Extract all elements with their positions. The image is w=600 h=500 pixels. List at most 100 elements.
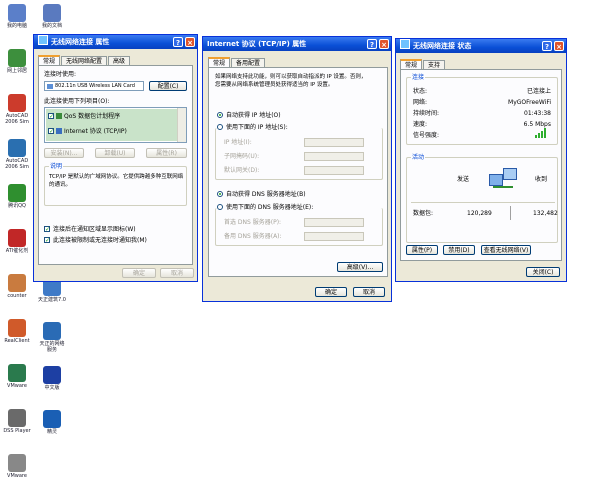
desktop-icon[interactable]: 腾讯QQ — [3, 184, 31, 209]
desktop-icon-label: 天正的网络服务 — [39, 341, 65, 353]
close-icon[interactable]: × — [185, 37, 195, 47]
auto-dns-radio[interactable] — [217, 191, 223, 197]
status-key: 持续时间: — [413, 110, 440, 117]
install-button[interactable]: 安装(N)... — [44, 148, 84, 158]
dns2-input[interactable] — [304, 232, 364, 241]
help-icon[interactable]: ? — [367, 39, 377, 49]
disable-button[interactable]: 禁用(D) — [443, 245, 475, 255]
description-group: 说明 TCP/IP 是默认的广域网协议。它提供跨越多种互联网络 的通讯。 — [44, 163, 187, 206]
auto-dns-label: 自动获得 DNS 服务器地址(B) — [226, 191, 306, 198]
sent-value: 120,289 — [467, 210, 492, 217]
tcpip-properties-window: Internet 协议 (TCP/IP) 属性 ? × 常规 备用配置 如果网络支… — [202, 36, 392, 302]
notify-label: 此连接被限制或无连接时通知我(M) — [53, 237, 147, 244]
app-icon — [8, 454, 26, 472]
general-panel: 连接时使用: 802.11n USB Wireless LAN Card 配置(… — [38, 65, 193, 265]
desktop-icon[interactable]: ATI催化剂 — [3, 229, 31, 254]
app-icon — [8, 409, 26, 427]
configure-button[interactable]: 配置(C) — [149, 81, 187, 91]
signal-strength-icon — [535, 128, 547, 138]
qos-checkbox[interactable]: ✓ — [48, 113, 54, 120]
items-list[interactable]: ✓ QoS 数据包计划程序 ✓ Internet 协议 (TCP/IP) — [44, 107, 187, 143]
desktop-icon[interactable]: 我的电脑 — [3, 4, 31, 29]
mask-input[interactable] — [304, 152, 364, 161]
desktop-icon[interactable]: 我的文档 — [38, 4, 66, 29]
titlebar[interactable]: 无线网络连接 状态 ? × — [396, 39, 566, 53]
app-icon — [8, 229, 26, 247]
desktop-icon-label: 中文版 — [44, 385, 60, 391]
desktop-icon[interactable]: counter — [3, 274, 31, 299]
activity-group-title: 活动 — [411, 154, 426, 161]
dns1-input[interactable] — [304, 218, 364, 227]
window-title: 无线网络连接 状态 — [413, 42, 472, 50]
app-icon — [8, 49, 26, 67]
status-value: 01:43:38 — [524, 110, 551, 117]
status-key: 速度: — [413, 121, 428, 128]
ip-input[interactable] — [304, 138, 364, 147]
ok-button[interactable]: 确定 — [122, 268, 156, 278]
received-label: 收到 — [535, 176, 548, 183]
gateway-input[interactable] — [304, 166, 364, 175]
adapter-field: 802.11n USB Wireless LAN Card — [44, 81, 144, 91]
desktop-icon[interactable]: AutoCAD 2006 Sim — [3, 139, 31, 170]
list-item[interactable]: QoS 数据包计划程序 — [64, 113, 120, 120]
window-title: Internet 协议 (TCP/IP) 属性 — [207, 40, 307, 48]
close-icon[interactable]: × — [379, 39, 389, 49]
network-activity-icon — [487, 166, 523, 196]
status-value: 已连接上 — [526, 88, 551, 95]
desktop-icon[interactable]: 精灵 — [38, 410, 66, 435]
status-key: 信号强度: — [413, 132, 440, 139]
desktop-icon[interactable]: RealClient — [3, 319, 31, 344]
show-icon-checkbox[interactable]: ✓ — [44, 226, 50, 233]
show-icon-label: 连接后在通知区域显示图标(W) — [53, 226, 136, 233]
tcpip-checkbox[interactable]: ✓ — [48, 128, 54, 135]
notify-checkbox[interactable]: ✓ — [44, 237, 50, 244]
packets-label: 数据包: — [413, 210, 434, 217]
auto-ip-radio[interactable] — [217, 112, 223, 118]
mask-label: 子网掩码(U): — [224, 153, 260, 160]
cancel-button[interactable]: 取消 — [160, 268, 194, 278]
properties-button[interactable]: 属性(R) — [146, 148, 187, 158]
app-icon — [8, 319, 26, 337]
list-scrollbar[interactable] — [177, 108, 186, 142]
info-text: 如果网络支持此功能，则可以获取自动指派的 IP 设置。否则， — [215, 74, 367, 80]
uninstall-button[interactable]: 卸载(U) — [95, 148, 135, 158]
help-icon[interactable]: ? — [542, 41, 552, 51]
desktop-icon-label: ATI催化剂 — [5, 248, 29, 254]
close-button[interactable]: 关闭(C) — [526, 267, 560, 277]
desktop-icon[interactable]: VMware — [3, 454, 31, 479]
info-text-2: 您需要从网络系统管理员处获得适当的 IP 设置。 — [215, 82, 334, 88]
dns1-label: 首选 DNS 服务器(P): — [224, 219, 282, 226]
divider — [411, 202, 555, 203]
desktop-icon-label: 天正建筑7.0 — [38, 297, 66, 303]
titlebar[interactable]: 无线网络连接 属性 ? × — [34, 35, 197, 49]
desktop-icon[interactable]: 中文版 — [38, 366, 66, 391]
properties-button[interactable]: 属性(P) — [406, 245, 438, 255]
adapter-name: 802.11n USB Wireless LAN Card — [55, 83, 135, 89]
ip-label: IP 地址(I): — [224, 139, 252, 146]
list-item[interactable]: Internet 协议 (TCP/IP) — [64, 128, 127, 135]
desktop-icon[interactable]: AutoCAD 2006 Sim — [3, 94, 31, 125]
desktop-icon[interactable]: 网上邻居 — [3, 49, 31, 74]
titlebar[interactable]: Internet 协议 (TCP/IP) 属性 ? × — [203, 37, 391, 51]
cancel-button[interactable]: 取消 — [353, 287, 385, 297]
general-panel: 连接 状态: 已连接上 网络: MyGOFreeWiFi 持续时间: 01:43:38 速度… — [400, 69, 562, 261]
app-icon — [8, 94, 26, 112]
desktop-icon[interactable]: 天正的网络服务 — [38, 322, 66, 353]
ok-button[interactable]: 确定 — [315, 287, 347, 297]
desktop-icon[interactable]: DSS Player — [3, 409, 31, 434]
divider — [510, 206, 511, 220]
status-key: 网络: — [413, 99, 428, 106]
desktop-icon[interactable]: VMware — [3, 364, 31, 389]
wireless-properties-window: 无线网络连接 属性 ? × 常规 无线网络配置 高级 连接时使用: 802.11n … — [33, 34, 198, 282]
received-value: 132,482 — [533, 210, 558, 217]
network-icon — [38, 35, 48, 45]
app-icon — [8, 274, 26, 292]
desktop-icon-label: 我的电脑 — [6, 23, 27, 29]
status-key: 状态: — [413, 88, 428, 95]
gateway-label: 默认网关(D): — [224, 167, 260, 174]
auto-ip-label: 自动获得 IP 地址(O) — [226, 112, 281, 119]
view-wireless-networks-button[interactable]: 查看无线网络(V) — [481, 245, 531, 255]
close-icon[interactable]: × — [554, 41, 564, 51]
advanced-button[interactable]: 高级(V)... — [337, 262, 383, 272]
help-icon[interactable]: ? — [173, 37, 183, 47]
